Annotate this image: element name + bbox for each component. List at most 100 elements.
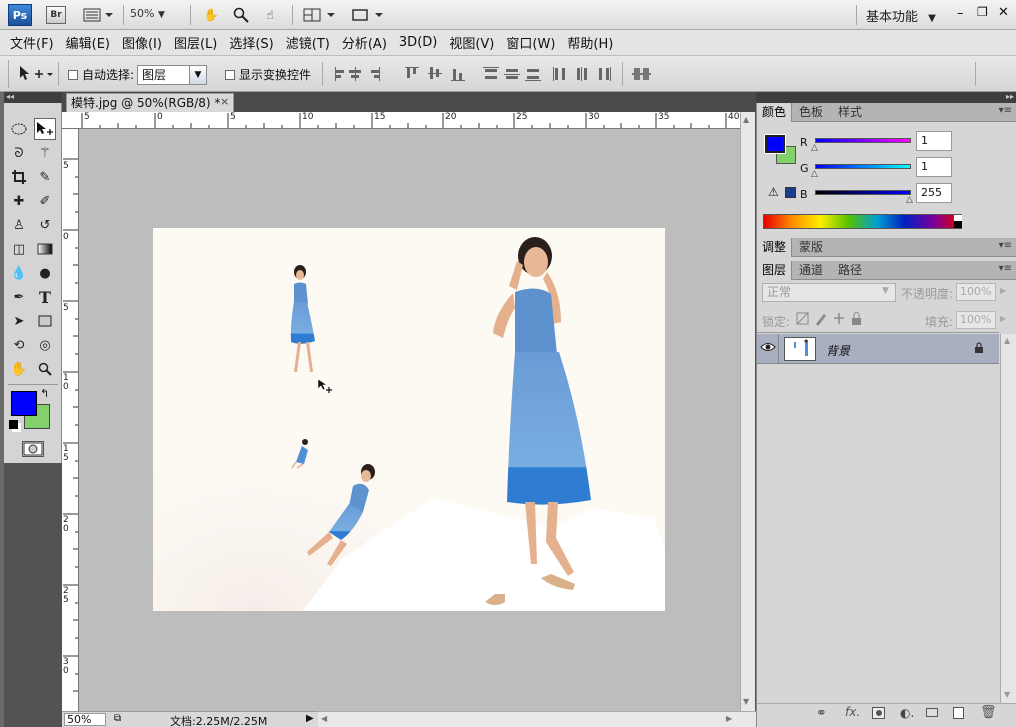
layers-scrollbar[interactable]: ▲ ▼ <box>1000 334 1016 703</box>
b-value-field[interactable]: 255 <box>916 183 952 203</box>
magic-wand-icon[interactable]: ⚚ <box>34 142 56 164</box>
scroll-down-icon[interactable]: ▼ <box>743 697 749 706</box>
zoom-tool-icon[interactable] <box>34 358 56 380</box>
scroll-left-icon[interactable]: ◀ <box>321 714 327 723</box>
menu-edit[interactable]: 编辑(E) <box>60 33 116 52</box>
screen-mode-button[interactable] <box>350 5 386 25</box>
menu-filter[interactable]: 滤镜(T) <box>280 33 336 52</box>
menu-help[interactable]: 帮助(H) <box>561 33 619 52</box>
vertical-scrollbar[interactable]: ▲ ▼ <box>740 112 755 711</box>
clone-stamp-icon[interactable]: ♙ <box>8 214 30 236</box>
menu-analysis[interactable]: 分析(A) <box>336 33 393 52</box>
status-expand-icon[interactable]: ▶ <box>306 713 314 724</box>
path-selection-icon[interactable]: ➤ <box>8 310 30 332</box>
move-tool-active-icon[interactable] <box>34 118 56 140</box>
show-transform-checkbox[interactable] <box>225 70 235 80</box>
tool-preset-picker[interactable] <box>18 64 54 87</box>
lasso-tool-icon[interactable]: ᘐ <box>8 142 30 164</box>
visibility-eye-icon[interactable] <box>760 341 776 356</box>
menu-file[interactable]: 文件(F) <box>4 33 60 52</box>
tab-styles[interactable]: 样式 <box>833 103 867 122</box>
b-slider[interactable] <box>815 190 911 195</box>
r-value-field[interactable]: 1 <box>916 131 952 151</box>
vertical-ruler[interactable]: 5 0 5 1 0 1 5 2 0 2 5 3 0 <box>62 129 79 711</box>
tab-channels[interactable]: 通道 <box>794 261 828 280</box>
g-slider[interactable] <box>815 164 911 169</box>
opacity-expand-icon[interactable]: ▶ <box>1000 286 1006 295</box>
menu-window[interactable]: 窗口(W) <box>500 33 561 52</box>
tab-masks[interactable]: 蒙版 <box>794 238 828 257</box>
chevron-down-icon[interactable]: ▼ <box>189 66 206 84</box>
history-brush-icon[interactable]: ↺ <box>34 214 56 236</box>
menu-image[interactable]: 图像(I) <box>116 33 168 52</box>
r-slider-handle[interactable]: △ <box>811 143 818 153</box>
status-menu-icon[interactable]: ⧉ <box>114 713 121 724</box>
g-value-field[interactable]: 1 <box>916 157 952 177</box>
panel-menu-icon[interactable]: ▾≡ <box>999 263 1012 274</box>
b-slider-handle[interactable]: △ <box>906 195 913 205</box>
color-panel-fg-swatch[interactable] <box>764 134 786 154</box>
align-distribute-icons[interactable] <box>333 65 633 83</box>
dodge-tool-icon[interactable]: ● <box>34 262 56 284</box>
add-mask-icon[interactable] <box>872 707 885 719</box>
hand-tool-button[interactable]: ✋ <box>200 5 222 25</box>
zoom-level-select[interactable]: 50% ▼ <box>130 7 165 20</box>
minimize-icon[interactable]: – <box>957 6 964 21</box>
view-extras-button[interactable] <box>80 5 116 25</box>
bridge-button[interactable]: Br <box>46 6 66 24</box>
blur-tool-icon[interactable]: 💧 <box>8 262 30 284</box>
panel-menu-icon[interactable]: ▾≡ <box>999 240 1012 251</box>
auto-select-checkbox[interactable] <box>68 70 78 80</box>
delete-layer-icon[interactable]: 🗑 <box>980 705 997 720</box>
horizontal-scrollbar[interactable]: ◀ ▶ <box>318 711 756 727</box>
scroll-right-icon[interactable]: ▶ <box>726 714 732 723</box>
rotate-view-button[interactable]: ☝ <box>258 5 282 25</box>
r-slider[interactable] <box>815 138 911 143</box>
menu-layer[interactable]: 图层(L) <box>168 33 223 52</box>
restore-icon[interactable]: ❐ <box>977 5 988 19</box>
menu-3d[interactable]: 3D(D) <box>393 35 443 50</box>
gamut-warning-icon[interactable]: ⚠ <box>768 185 779 199</box>
adjustment-layer-icon[interactable]: ◐. <box>900 706 914 720</box>
tab-color[interactable]: 颜色 <box>757 103 793 122</box>
tab-paths[interactable]: 路径 <box>833 261 867 280</box>
3d-rotate-icon[interactable]: ⟲ <box>8 334 30 356</box>
hand-tool-icon[interactable]: ✋ <box>8 358 30 380</box>
pen-tool-icon[interactable]: ✒ <box>8 286 30 308</box>
layer-name[interactable]: 背景 <box>826 342 850 359</box>
fill-field[interactable]: 100% <box>956 311 996 329</box>
workspace-switcher[interactable]: 基本功能 ▼ <box>866 6 936 25</box>
new-layer-icon[interactable] <box>953 707 964 719</box>
fill-expand-icon[interactable]: ▶ <box>1000 314 1006 323</box>
document-canvas[interactable] <box>153 228 665 611</box>
close-tab-icon[interactable]: × <box>220 95 229 108</box>
crop-tool-icon[interactable] <box>8 166 30 188</box>
g-slider-handle[interactable]: △ <box>811 169 818 179</box>
lock-options-icons[interactable] <box>796 312 864 326</box>
gamut-swatch[interactable] <box>785 187 796 198</box>
tab-swatches[interactable]: 色板 <box>794 103 828 122</box>
color-spectrum-bar[interactable] <box>763 214 962 229</box>
link-layers-icon[interactable]: ⚭ <box>816 706 827 721</box>
3d-orbit-icon[interactable]: ◎ <box>34 334 56 356</box>
document-tab[interactable]: 模特.jpg @ 50%(RGB/8) * <box>66 93 234 112</box>
foreground-color-swatch[interactable] <box>11 391 37 416</box>
panel-menu-icon[interactable]: ▾≡ <box>999 105 1012 116</box>
scroll-up-icon[interactable]: ▲ <box>743 115 749 124</box>
brush-tool-icon[interactable]: ✐ <box>34 190 56 212</box>
eyedropper-icon[interactable]: ✎ <box>34 166 56 188</box>
opacity-field[interactable]: 100% <box>956 283 996 301</box>
marquee-tool-icon[interactable] <box>8 118 30 140</box>
menu-view[interactable]: 视图(V) <box>443 33 500 52</box>
auto-align-icon[interactable] <box>632 65 652 83</box>
tab-layers[interactable]: 图层 <box>757 261 793 280</box>
shape-tool-icon[interactable] <box>34 310 56 332</box>
eraser-tool-icon[interactable]: ◫ <box>8 238 30 260</box>
swap-colors-icon[interactable]: ↰ <box>40 387 49 400</box>
horizontal-ruler[interactable]: 5 0 5 10 15 20 25 30 35 40 <box>62 112 740 129</box>
tab-adjustments[interactable]: 调整 <box>757 238 793 257</box>
status-zoom-field[interactable]: 50% <box>64 713 106 726</box>
healing-brush-icon[interactable]: ✚ <box>8 190 30 212</box>
quick-mask-button[interactable] <box>22 441 44 457</box>
blend-mode-select[interactable]: 正常 <box>762 283 896 302</box>
